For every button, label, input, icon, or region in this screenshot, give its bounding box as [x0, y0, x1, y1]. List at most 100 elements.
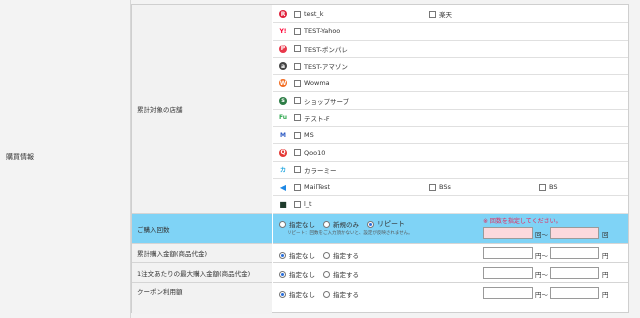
- coupon-row: 指定なし 指定する 円〜 円: [273, 283, 628, 314]
- store-option[interactable]: l_t: [294, 196, 312, 212]
- radio-max-specify[interactable]: [323, 270, 330, 278]
- max-amount-unit-range: 円〜: [535, 271, 548, 279]
- purchase-count-unit-end: 回: [602, 231, 609, 239]
- coupon-unit-end: 円: [602, 291, 609, 299]
- store-row: Y! TEST-Yahoo: [273, 23, 628, 41]
- purchase-count-unit-range: 回〜: [535, 231, 548, 239]
- section-label-cell: 購買情報: [0, 0, 131, 318]
- store-checkbox[interactable]: [294, 183, 301, 191]
- total-amount-unit-range: 円〜: [535, 252, 548, 260]
- purchase-count-option-repeat[interactable]: リピート: [367, 219, 405, 229]
- total-amount-max-input[interactable]: [550, 247, 599, 259]
- store-row: ◀ MailTest BSs BS: [273, 179, 628, 197]
- max-amount-min-input[interactable]: [483, 267, 533, 279]
- store-row: W Wowma: [273, 75, 628, 93]
- store-list: Rtest_k 楽天 Y! TEST-Yahoo P TEST-ポンパレ a TEST-アマゾ…: [273, 6, 628, 214]
- store-label: テスト-F: [304, 114, 330, 123]
- store-label: カラーミー: [304, 166, 337, 175]
- store-option[interactable]: BS: [539, 179, 557, 195]
- store-option[interactable]: BSs: [429, 179, 451, 195]
- total-amount-options: 指定なし 指定する: [279, 250, 367, 260]
- store-option[interactable]: TEST-Yahoo: [294, 23, 340, 39]
- store-row: a TEST-アマゾン: [273, 58, 628, 76]
- coupon-unit-range: 円〜: [535, 291, 548, 299]
- radio-coupon-none[interactable]: [279, 290, 286, 298]
- purchase-count-label: ご購入回数: [137, 225, 170, 234]
- store-checkbox[interactable]: [294, 131, 301, 139]
- store-checkbox[interactable]: [294, 79, 301, 87]
- qoo10-icon: Q: [279, 148, 287, 157]
- store-option[interactable]: Qoo10: [294, 144, 325, 160]
- store-label: TEST-アマゾン: [304, 63, 348, 72]
- store-checkbox[interactable]: [429, 10, 436, 18]
- store-checkbox[interactable]: [294, 200, 301, 208]
- dark-square-icon: ■: [279, 199, 287, 209]
- total-amount-label: 累計購入金額(商品代金): [137, 250, 208, 258]
- purchase-count-option-none[interactable]: 指定なし: [279, 219, 315, 229]
- total-amount-min-input[interactable]: [483, 247, 533, 259]
- store-option[interactable]: TEST-アマゾン: [294, 58, 348, 74]
- max-amount-option-none[interactable]: 指定なし: [279, 269, 315, 279]
- coupon-option-none[interactable]: 指定なし: [279, 289, 315, 299]
- purchase-count-min-input[interactable]: [483, 227, 533, 239]
- store-checkbox[interactable]: [294, 114, 301, 122]
- colorme-icon: カ: [279, 167, 286, 175]
- store-option[interactable]: ショップサーブ: [294, 93, 349, 109]
- store-option[interactable]: Wowma: [294, 75, 330, 91]
- store-label: MailTest: [304, 183, 331, 192]
- store-checkbox[interactable]: [429, 183, 436, 191]
- store-option[interactable]: TEST-ポンパレ: [294, 41, 348, 57]
- store-option[interactable]: MailTest: [294, 179, 330, 195]
- purchase-count-options: 指定なし 新規のみ リピート: [279, 219, 413, 229]
- section-label: 購買情報: [6, 153, 34, 161]
- store-row: M MS: [273, 127, 628, 145]
- purchase-count-max-input[interactable]: [550, 227, 599, 239]
- radio-total-specify[interactable]: [323, 251, 330, 259]
- purchase-count-note: リピート：回数をご入力頂かないと、設定が反映されません。: [287, 231, 413, 236]
- future-shop-icon: Fu: [278, 114, 288, 122]
- store-checkbox[interactable]: [294, 27, 301, 35]
- store-row: s ショップサーブ: [273, 93, 628, 110]
- radio-max-none[interactable]: [279, 270, 286, 278]
- purchase-count-option-new[interactable]: 新規のみ: [323, 219, 359, 229]
- store-label: TEST-Yahoo: [304, 27, 341, 36]
- max-amount-max-input[interactable]: [550, 267, 599, 279]
- store-checkbox[interactable]: [539, 183, 546, 191]
- store-option[interactable]: カラーミー: [294, 162, 337, 178]
- store-option[interactable]: 楽天: [429, 6, 452, 22]
- radio-repeat[interactable]: [367, 220, 374, 228]
- yahoo-icon: Y!: [279, 27, 287, 35]
- store-checkbox[interactable]: [294, 45, 301, 53]
- max-amount-label: 1注文あたりの最大購入金額(商品代金): [137, 269, 251, 278]
- purchase-count-row: 指定なし 新規のみ リピート リピート：回数をご入力頂かないと、設定が反映されま…: [273, 214, 628, 244]
- coupon-option-specify[interactable]: 指定する: [323, 289, 359, 299]
- store-label: BSs: [439, 183, 451, 192]
- radio-none[interactable]: [279, 220, 286, 228]
- radio-total-none[interactable]: [279, 251, 286, 259]
- radio-new[interactable]: [323, 220, 330, 228]
- store-option[interactable]: テスト-F: [294, 110, 330, 126]
- makeshop-icon: M: [280, 131, 286, 139]
- ponpare-icon: P: [279, 44, 287, 53]
- store-checkbox[interactable]: [294, 10, 301, 18]
- store-label: Qoo10: [304, 148, 326, 157]
- store-option[interactable]: MS: [294, 127, 314, 143]
- max-amount-options: 指定なし 指定する: [279, 269, 367, 279]
- store-row: Fu テスト-F: [273, 110, 628, 128]
- store-checkbox[interactable]: [294, 62, 301, 70]
- coupon-max-input[interactable]: [550, 287, 599, 299]
- store-checkbox[interactable]: [294, 97, 301, 105]
- store-option[interactable]: test_k: [294, 6, 324, 22]
- store-checkbox[interactable]: [294, 166, 301, 174]
- amazon-icon: a: [279, 62, 287, 71]
- store-checkbox[interactable]: [294, 149, 301, 157]
- store-row: カ カラーミー: [273, 162, 628, 179]
- radio-coupon-specify[interactable]: [323, 290, 330, 298]
- max-amount-row: 指定なし 指定する 円〜 円: [273, 263, 628, 283]
- max-amount-option-specify[interactable]: 指定する: [323, 269, 359, 279]
- store-label: TEST-ポンパレ: [304, 45, 348, 54]
- total-amount-option-none[interactable]: 指定なし: [279, 250, 315, 260]
- total-amount-option-specify[interactable]: 指定する: [323, 250, 359, 260]
- purchase-count-error: ※ 回数を指定してください。: [483, 218, 562, 225]
- coupon-min-input[interactable]: [483, 287, 533, 299]
